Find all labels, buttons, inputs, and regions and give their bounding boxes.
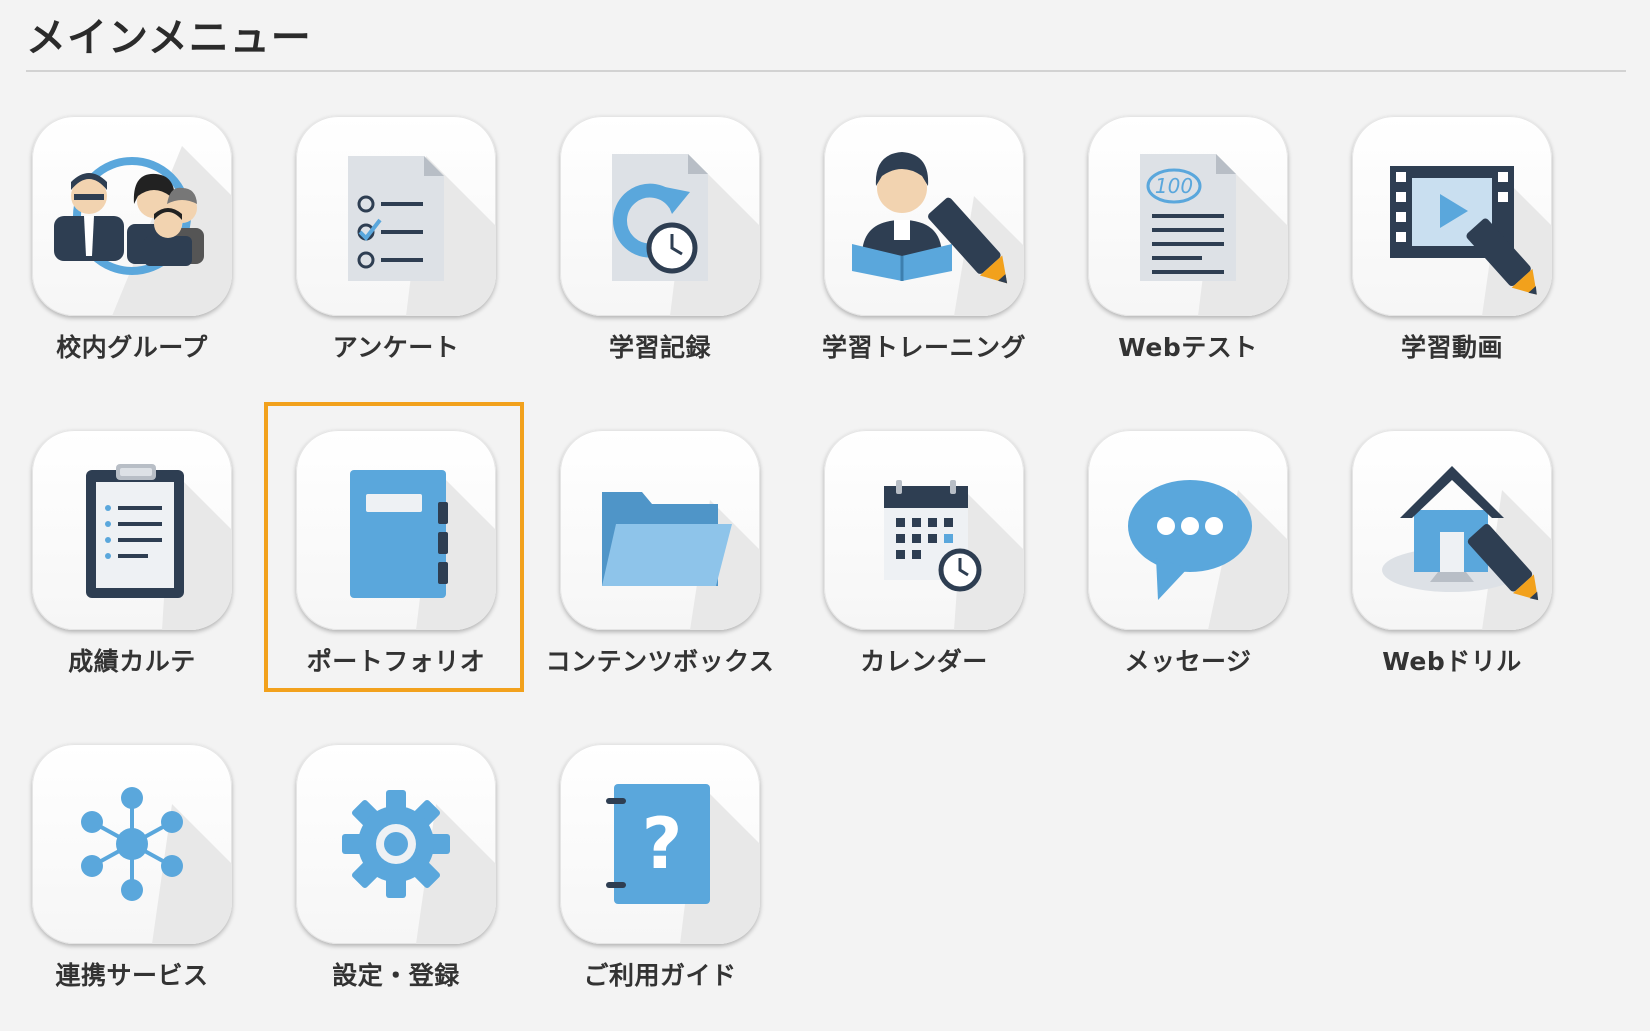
main-menu-grid: 校内グループ アンケート 学習記録 学習トレーニング 100 Webテスト 学習… xyxy=(0,0,1650,1031)
menu-item-label: 学習動画 xyxy=(1400,333,1503,362)
menu-item-label: 連携サービス xyxy=(55,961,209,990)
survey-checklist-icon xyxy=(296,116,496,316)
menu-item-study-record[interactable]: 学習記録 xyxy=(528,88,792,378)
user-guide-icon: ? xyxy=(560,744,760,944)
menu-item-web-drill[interactable]: Webドリル xyxy=(1320,402,1584,692)
svg-text:100: 100 xyxy=(1155,174,1193,198)
menu-item-label: 設定・登録 xyxy=(332,961,460,990)
menu-item-label: コンテンツボックス xyxy=(545,647,775,676)
menu-item-study-training[interactable]: 学習トレーニング xyxy=(792,88,1056,378)
menu-item-study-video[interactable]: 学習動画 xyxy=(1320,88,1584,378)
content-folder-icon xyxy=(560,430,760,630)
portfolio-notebook-icon xyxy=(296,430,496,630)
menu-item-label: ポートフォリオ xyxy=(306,647,486,676)
menu-item-web-test[interactable]: 100 Webテスト xyxy=(1056,88,1320,378)
study-record-icon xyxy=(560,116,760,316)
menu-item-label: 成績カルテ xyxy=(68,647,196,676)
web-drill-icon xyxy=(1352,430,1552,630)
web-test-icon: 100 xyxy=(1088,116,1288,316)
menu-item-label: ご利用ガイド xyxy=(583,961,737,990)
menu-item-grade-record[interactable]: 成績カルテ xyxy=(0,402,264,692)
settings-gear-icon xyxy=(296,744,496,944)
menu-item-label: Webドリル xyxy=(1382,647,1522,676)
calendar-icon xyxy=(824,430,1024,630)
linked-services-icon xyxy=(32,744,232,944)
study-training-icon xyxy=(824,116,1024,316)
menu-item-label: 校内グループ xyxy=(56,333,208,362)
menu-item-linked-services[interactable]: 連携サービス xyxy=(0,716,264,1006)
menu-item-survey[interactable]: アンケート xyxy=(264,88,528,378)
menu-item-message[interactable]: メッセージ xyxy=(1056,402,1320,692)
menu-item-user-guide[interactable]: ? ご利用ガイド xyxy=(528,716,792,1006)
school-group-icon xyxy=(32,116,232,316)
study-video-icon xyxy=(1352,116,1552,316)
menu-item-label: 学習記録 xyxy=(608,333,711,362)
svg-text:?: ? xyxy=(642,803,683,885)
menu-item-label: カレンダー xyxy=(860,647,988,676)
menu-item-calendar[interactable]: カレンダー xyxy=(792,402,1056,692)
menu-item-label: アンケート xyxy=(332,333,460,362)
grade-clipboard-icon xyxy=(32,430,232,630)
menu-item-school-group[interactable]: 校内グループ xyxy=(0,88,264,378)
menu-item-settings[interactable]: 設定・登録 xyxy=(264,716,528,1006)
message-bubble-icon xyxy=(1088,430,1288,630)
menu-item-content-box[interactable]: コンテンツボックス xyxy=(528,402,792,692)
menu-item-portfolio[interactable]: ポートフォリオ xyxy=(264,402,528,692)
menu-item-label: メッセージ xyxy=(1124,647,1252,676)
menu-item-label: 学習トレーニング xyxy=(821,333,1026,362)
menu-item-label: Webテスト xyxy=(1118,333,1258,362)
